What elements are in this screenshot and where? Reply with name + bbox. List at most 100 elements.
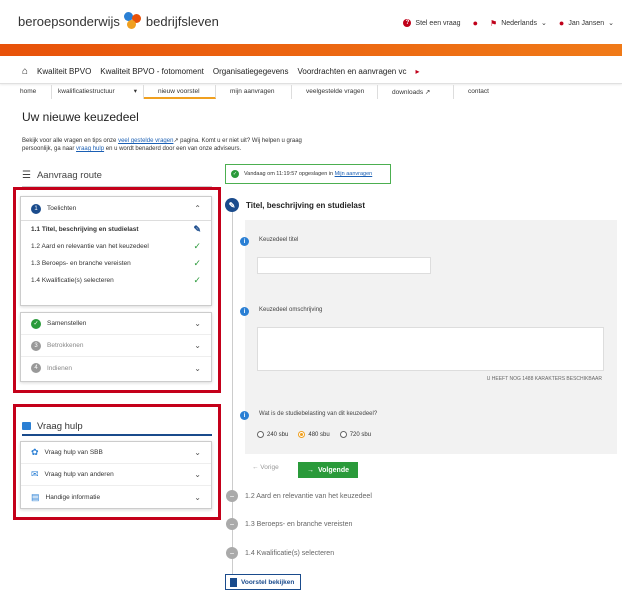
- step-4-row[interactable]: 4 Indienen ⌄: [21, 357, 211, 379]
- nav-next-arrow-icon[interactable]: ▸: [415, 67, 419, 76]
- chevron-down-icon: ⌄: [608, 20, 614, 27]
- chat-icon: ●: [472, 18, 479, 28]
- ask-question-label: Stel een vraag: [415, 19, 461, 27]
- chat-bubble-icon: [22, 422, 31, 430]
- tab-home[interactable]: home: [14, 85, 52, 99]
- substep-1-3[interactable]: 1.3 Beroeps- en branche vereisten ✓: [21, 255, 211, 272]
- title-label: Keuzedeel titel: [259, 237, 299, 243]
- description-textarea[interactable]: [257, 327, 604, 371]
- main-nav: ⌂ Kwaliteit BPVO Kwaliteit BPVO - fotomo…: [0, 56, 622, 84]
- check-icon: ✓: [193, 275, 201, 285]
- language-select[interactable]: ⚑ Nederlands ⌄: [490, 19, 547, 28]
- substep-1-4[interactable]: 1.4 Kwalificatie(s) selecteren ✓: [21, 272, 211, 289]
- section-title: ✎ Titel, beschrijving en studielast: [225, 198, 365, 212]
- radio-720[interactable]: 720 sbu: [339, 431, 371, 438]
- pencil-icon: ✎: [193, 224, 201, 234]
- question-icon: ?: [403, 19, 412, 27]
- chars-remaining: U HEEFT NOG 1488 KARAKTERS BESCHIKBAAR: [486, 376, 602, 382]
- logo-text-2: bedrijfsleven: [145, 13, 219, 29]
- study-load-radio-group: 240 sbu 480 sbu 720 sbu: [257, 431, 371, 438]
- orange-band: [0, 44, 622, 56]
- faq-link[interactable]: veel gestelde vragen: [118, 138, 173, 144]
- view-proposal-label: Voorstel bekijken: [241, 578, 295, 586]
- nav-item-kwaliteit-bpvo-fotomoment[interactable]: Kwaliteit BPVO - fotomoment: [100, 67, 204, 76]
- substep-1-1-label: 1.1 Titel, beschrijving en studielast: [31, 226, 139, 233]
- next-button[interactable]: → Volgende: [298, 462, 358, 478]
- saved-text: Vandaag om 11:19:57 opgeslagen in: [244, 171, 335, 177]
- substep-1-4-label: 1.4 Kwalificatie(s) selecteren: [31, 277, 114, 284]
- next-step-1-4-label: 1.4 Kwalificatie(s) selecteren: [245, 549, 335, 557]
- info-icon: i: [240, 411, 249, 420]
- help-item-sbb-label: Vraag hulp van SBB: [44, 449, 103, 456]
- sbb-logo-icon: ✿: [31, 447, 39, 457]
- step-1-label: Toelichten: [47, 205, 77, 212]
- description-label: Keuzedeel omschrijving: [259, 307, 323, 313]
- route-heading-label: Aanvraag route: [36, 170, 102, 181]
- form-panel: i Keuzedeel titel i Keuzedeel omschrijvi…: [240, 220, 617, 454]
- help-item-sbb[interactable]: ✿ Vraag hulp van SBB ⌄: [21, 442, 211, 464]
- step-1-number: 1: [31, 203, 41, 214]
- step-2-row[interactable]: ✓ Samenstellen ⌄: [21, 313, 211, 335]
- check-icon: ✓: [193, 258, 201, 268]
- next-step-1-2[interactable]: − 1.2 Aard en relevantie van het keuzede…: [226, 490, 372, 502]
- check-icon: ✓: [31, 318, 41, 329]
- tab-veelgestelde-vragen[interactable]: veelgestelde vragen: [292, 85, 378, 99]
- list-icon: ☰: [22, 170, 31, 181]
- previous-button[interactable]: ← Vorige: [252, 464, 279, 471]
- substep-1-2[interactable]: 1.2 Aard en relevantie van het keuzedeel…: [21, 238, 211, 255]
- help-card: ✿ Vraag hulp van SBB ⌄ ✉ Vraag hulp van an…: [20, 441, 212, 509]
- help-item-info-label: Handige informatie: [45, 493, 101, 501]
- chevron-down-icon: ⌄: [194, 319, 201, 328]
- home-icon[interactable]: ⌂: [22, 66, 28, 77]
- radio-480[interactable]: 480 sbu: [298, 431, 330, 438]
- tab-mijn-aanvragen[interactable]: mijn aanvragen: [216, 85, 292, 99]
- radio-240-circle: [257, 431, 264, 438]
- substep-1-1[interactable]: 1.1 Titel, beschrijving en studielast ✎: [21, 221, 211, 238]
- step-1-card: 1 Toelichten ⌃ 1.1 Titel, beschrijving en…: [20, 196, 212, 306]
- help-item-info[interactable]: ▤ Handige informatie ⌄: [21, 486, 211, 508]
- radio-480-label: 480 sbu: [308, 431, 330, 438]
- user-menu[interactable]: ● Jan Jansen ⌄: [559, 18, 614, 28]
- check-icon: ✓: [231, 170, 239, 178]
- title-input[interactable]: [257, 257, 431, 274]
- tab-kwalificatiestructuur[interactable]: kwalificatiestructuur ▾: [52, 85, 144, 99]
- user-icon: ●: [558, 18, 565, 28]
- step-3-number: 3: [31, 340, 41, 351]
- radio-240-label: 240 sbu: [267, 431, 289, 438]
- saved-notice: ✓ Vandaag om 11:19:57 opgeslagen in Mijn…: [225, 164, 391, 184]
- my-requests-link[interactable]: Mijn aanvragen: [335, 171, 373, 177]
- tab-downloads[interactable]: downloads ↗: [378, 85, 454, 99]
- next-step-1-4[interactable]: − 1.4 Kwalificatie(s) selecteren: [226, 547, 334, 559]
- help-item-others[interactable]: ✉ Vraag hulp van anderen ⌄: [21, 464, 211, 486]
- next-step-1-3-label: 1.3 Beroeps- en branche vereisten: [245, 520, 353, 528]
- tab-contact[interactable]: contact: [454, 85, 540, 99]
- minus-icon: −: [226, 490, 238, 502]
- chat-link[interactable]: ●: [473, 18, 478, 28]
- logo[interactable]: beroepsonderwijs bedrijfsleven: [18, 12, 219, 30]
- minus-icon: −: [226, 547, 238, 559]
- info-icon: i: [240, 307, 249, 316]
- step-1-header[interactable]: 1 Toelichten ⌃: [21, 197, 211, 221]
- tab-nieuw-voorstel[interactable]: nieuw voorstel: [144, 85, 216, 99]
- logo-icon: [123, 12, 142, 30]
- radio-720-circle: [339, 431, 347, 438]
- info-icon: i: [240, 237, 249, 246]
- help-link[interactable]: vraag hulp: [76, 146, 104, 152]
- tab-kwalificatiestructuur-label: kwalificatiestructuur: [58, 88, 115, 95]
- help-heading: Vraag hulp: [22, 418, 212, 436]
- step-3-label: Betrokkenen: [47, 342, 84, 349]
- step-2-label: Samenstellen: [47, 320, 87, 327]
- nav-item-kwaliteit-bpvo[interactable]: Kwaliteit BPVO: [37, 67, 91, 76]
- document-icon: ▤: [31, 491, 40, 502]
- next-step-1-3[interactable]: − 1.3 Beroeps- en branche vereisten: [226, 518, 352, 530]
- help-item-others-label: Vraag hulp van anderen: [44, 471, 114, 478]
- radio-240[interactable]: 240 sbu: [257, 431, 288, 438]
- intro-text: Bekijk voor alle vragen en tips onze vee…: [22, 137, 322, 153]
- nav-item-voordrachten[interactable]: Voordrachten en aanvragen vc: [298, 67, 407, 76]
- tab-downloads-label: downloads: [392, 89, 424, 96]
- view-proposal-button[interactable]: Voorstel bekijken: [225, 574, 301, 590]
- substep-1-2-label: 1.2 Aard en relevantie van het keuzedeel: [31, 243, 149, 250]
- step-3-row[interactable]: 3 Betrokkenen ⌄: [21, 335, 211, 357]
- nav-item-organisatiegegevens[interactable]: Organisatiegegevens: [213, 67, 289, 76]
- ask-question-link[interactable]: ? Stel een vraag: [403, 19, 461, 27]
